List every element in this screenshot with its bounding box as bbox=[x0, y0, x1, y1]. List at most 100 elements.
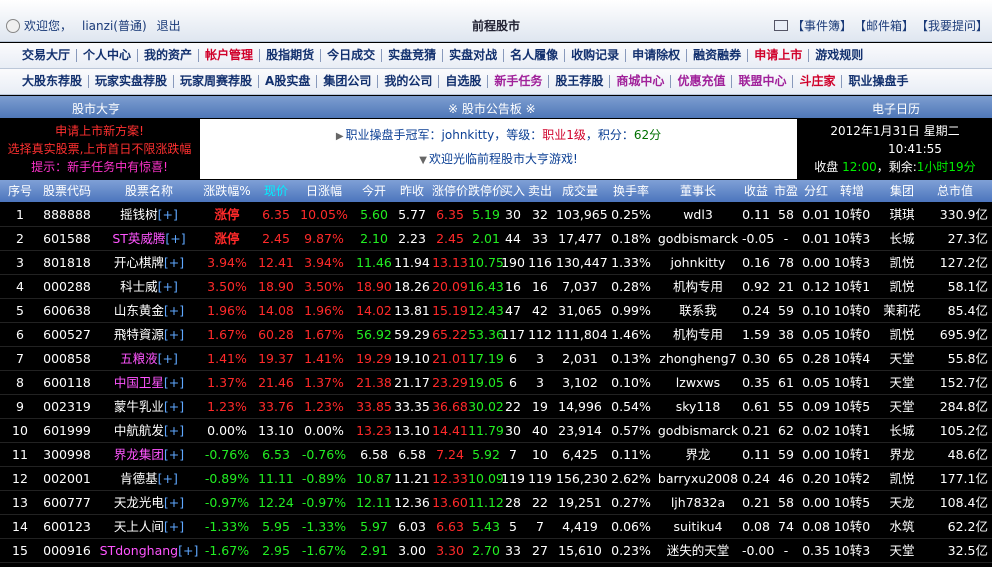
col-header-20[interactable]: 总市值 bbox=[918, 180, 992, 202]
nav1-item-1[interactable]: 个人中心 bbox=[77, 49, 139, 62]
cell-chair[interactable]: sky118 bbox=[650, 395, 746, 418]
cell-code[interactable]: 000858 bbox=[40, 347, 94, 370]
stock-name[interactable]: 五粮液 bbox=[120, 351, 158, 366]
cell-chair[interactable]: johnkitty bbox=[650, 251, 746, 274]
expand-plus-link[interactable]: [+] bbox=[164, 303, 184, 318]
cell-chair[interactable]: ljh7832a bbox=[650, 491, 746, 514]
expand-plus-link[interactable]: [+] bbox=[164, 447, 184, 462]
news-link-tip[interactable]: 提示：新手任务中有惊喜! bbox=[0, 158, 199, 176]
nav2-item-4[interactable]: 集团公司 bbox=[317, 75, 379, 88]
expand-plus-link[interactable]: [+] bbox=[158, 471, 178, 486]
col-header-6[interactable]: 今开 bbox=[354, 180, 394, 202]
logout-link[interactable]: 退出 bbox=[157, 17, 181, 34]
expand-plus-link[interactable]: [+] bbox=[164, 519, 184, 534]
cell-name[interactable]: 中航航发[+] bbox=[94, 419, 204, 442]
nav2-item-9[interactable]: 商城中心 bbox=[610, 75, 672, 88]
col-header-14[interactable]: 董事长 bbox=[650, 180, 746, 202]
cell-chair[interactable]: wdl3 bbox=[650, 203, 746, 226]
nav1-item-4[interactable]: 股指期货 bbox=[260, 49, 322, 62]
stock-name[interactable]: 开心棋牌 bbox=[114, 255, 164, 270]
table-row[interactable]: 14 600123 天上人间[+] -1.33% 5.95 -1.33% 5.97 6.03 6… bbox=[0, 515, 992, 539]
col-header-2[interactable]: 股票名称 bbox=[94, 180, 204, 202]
nav1-item-10[interactable]: 申请除权 bbox=[626, 49, 688, 62]
col-header-11[interactable]: 卖出 bbox=[526, 180, 554, 202]
expand-plus-link[interactable]: [+] bbox=[164, 255, 184, 270]
col-header-0[interactable]: 序号 bbox=[0, 180, 40, 202]
nav1-item-7[interactable]: 实盘对战 bbox=[443, 49, 505, 62]
table-row[interactable]: 9 002319 蒙牛乳业[+] 1.23% 33.76 1.23% 33.85 33.35 3… bbox=[0, 395, 992, 419]
stock-name[interactable]: 山东黄金 bbox=[114, 303, 164, 318]
col-header-12[interactable]: 成交量 bbox=[556, 180, 604, 202]
expand-plus-link[interactable]: [+] bbox=[158, 351, 178, 366]
stock-name[interactable]: STdonghang bbox=[100, 543, 178, 558]
col-header-5[interactable]: 日涨幅 bbox=[294, 180, 354, 202]
stock-name[interactable]: 界龙集团 bbox=[114, 447, 164, 462]
nav1-item-2[interactable]: 我的资产 bbox=[138, 49, 200, 62]
table-row[interactable]: 15 000916 STdonghang[+] -1.67% 2.95 -1.67% 2.9… bbox=[0, 539, 992, 563]
stock-name[interactable]: 蒙牛乳业 bbox=[114, 399, 164, 414]
nav1-item-3[interactable]: 帐户管理 bbox=[199, 49, 261, 62]
col-header-15[interactable]: 收益 bbox=[742, 180, 770, 202]
expand-plus-link[interactable]: [+] bbox=[164, 495, 184, 510]
col-header-17[interactable]: 分红 bbox=[798, 180, 834, 202]
nav1-item-5[interactable]: 今日成交 bbox=[321, 49, 383, 62]
nav2-item-6[interactable]: 自选股 bbox=[439, 75, 489, 88]
cell-code[interactable]: 300998 bbox=[40, 443, 94, 466]
table-row[interactable]: 8 600118 中国卫星[+] 1.37% 21.46 1.37% 21.38 21.17 2… bbox=[0, 371, 992, 395]
table-row[interactable]: 13 600777 天龙光电[+] -0.97% 12.24 -0.97% 12.11 12.… bbox=[0, 491, 992, 515]
news-link-ipo[interactable]: 申请上市新方案! bbox=[0, 122, 199, 140]
cell-code[interactable]: 600638 bbox=[40, 299, 94, 322]
nav2-item-5[interactable]: 我的公司 bbox=[378, 75, 440, 88]
cell-chair[interactable]: godbismarck bbox=[650, 227, 746, 250]
expand-plus-link[interactable]: [+] bbox=[164, 327, 184, 342]
username-link[interactable]: lianzi(普通) bbox=[82, 17, 147, 34]
stock-name[interactable]: 摇钱树 bbox=[120, 207, 158, 222]
col-header-4[interactable]: 现价 bbox=[258, 180, 294, 202]
col-header-1[interactable]: 股票代码 bbox=[40, 180, 94, 202]
table-row[interactable]: 1 888888 摇钱树[+] 涨停 6.35 10.05% 5.60 5.77 6.35 5.1… bbox=[0, 203, 992, 227]
cell-code[interactable]: 000916 bbox=[40, 539, 94, 562]
stock-name[interactable]: 中国卫星 bbox=[114, 375, 164, 390]
table-row[interactable]: 7 000858 五粮液[+] 1.41% 19.37 1.41% 19.29 19.10 21… bbox=[0, 347, 992, 371]
cell-name[interactable]: 五粮液[+] bbox=[94, 347, 204, 370]
table-row[interactable]: 11 300998 界龙集团[+] -0.76% 6.53 -0.76% 6.58 6.58 7… bbox=[0, 443, 992, 467]
cell-name[interactable]: 科士威[+] bbox=[94, 275, 204, 298]
cell-name[interactable]: ST英威腾[+] bbox=[94, 227, 204, 250]
cell-chair[interactable]: barryxu2008 bbox=[650, 467, 746, 490]
table-row[interactable]: 10 601999 中航航发[+] 0.00% 13.10 0.00% 13.23 13.10… bbox=[0, 419, 992, 443]
stock-name[interactable]: 肯德基 bbox=[120, 471, 158, 486]
nav2-item-11[interactable]: 联盟中心 bbox=[732, 75, 794, 88]
nav1-item-0[interactable]: 交易大厅 bbox=[16, 49, 78, 62]
cell-code[interactable]: 600527 bbox=[40, 323, 94, 346]
expand-plus-link[interactable]: [+] bbox=[164, 399, 184, 414]
expand-plus-link[interactable]: [+] bbox=[164, 375, 184, 390]
cell-chair[interactable]: suitiku4 bbox=[650, 515, 746, 538]
cell-chair[interactable]: godbismarck bbox=[650, 419, 746, 442]
nav1-item-13[interactable]: 游戏规则 bbox=[809, 49, 869, 62]
col-header-10[interactable]: 买入 bbox=[500, 180, 526, 202]
cell-name[interactable]: 肯德基[+] bbox=[94, 467, 204, 490]
cell-code[interactable]: 601588 bbox=[40, 227, 94, 250]
stock-name[interactable]: 科士威 bbox=[120, 279, 158, 294]
cell-code[interactable]: 801818 bbox=[40, 251, 94, 274]
cell-code[interactable]: 002319 bbox=[40, 395, 94, 418]
expand-plus-link[interactable]: [+] bbox=[165, 231, 185, 246]
table-row[interactable]: 4 000288 科士威[+] 3.50% 18.90 3.50% 18.90 18.26 20… bbox=[0, 275, 992, 299]
cell-name[interactable]: 飛特資源[+] bbox=[94, 323, 204, 346]
nav2-item-10[interactable]: 优惠充值 bbox=[671, 75, 733, 88]
col-header-8[interactable]: 涨停价 bbox=[430, 180, 470, 202]
cell-chair[interactable]: 机构专用 bbox=[650, 275, 746, 298]
expand-plus-link[interactable]: [+] bbox=[158, 279, 178, 294]
cell-code[interactable]: 002001 bbox=[40, 467, 94, 490]
table-row[interactable]: 12 002001 肯德基[+] -0.89% 11.11 -0.89% 10.87 11.2… bbox=[0, 467, 992, 491]
cell-name[interactable]: 山东黄金[+] bbox=[94, 299, 204, 322]
col-header-16[interactable]: 市盈 bbox=[772, 180, 800, 202]
nav2-item-8[interactable]: 股王荐股 bbox=[549, 75, 611, 88]
table-row[interactable]: 5 600638 山东黄金[+] 1.96% 14.08 1.96% 14.02 13.81 1… bbox=[0, 299, 992, 323]
cell-chair[interactable]: zhongheng7 bbox=[650, 347, 746, 370]
cell-chair[interactable]: lzwxws bbox=[650, 371, 746, 394]
cell-code[interactable]: 600118 bbox=[40, 371, 94, 394]
nav2-item-1[interactable]: 玩家实盘荐股 bbox=[89, 75, 175, 88]
nav2-item-13[interactable]: 职业操盘手 bbox=[842, 75, 914, 88]
cell-name[interactable]: 蒙牛乳业[+] bbox=[94, 395, 204, 418]
